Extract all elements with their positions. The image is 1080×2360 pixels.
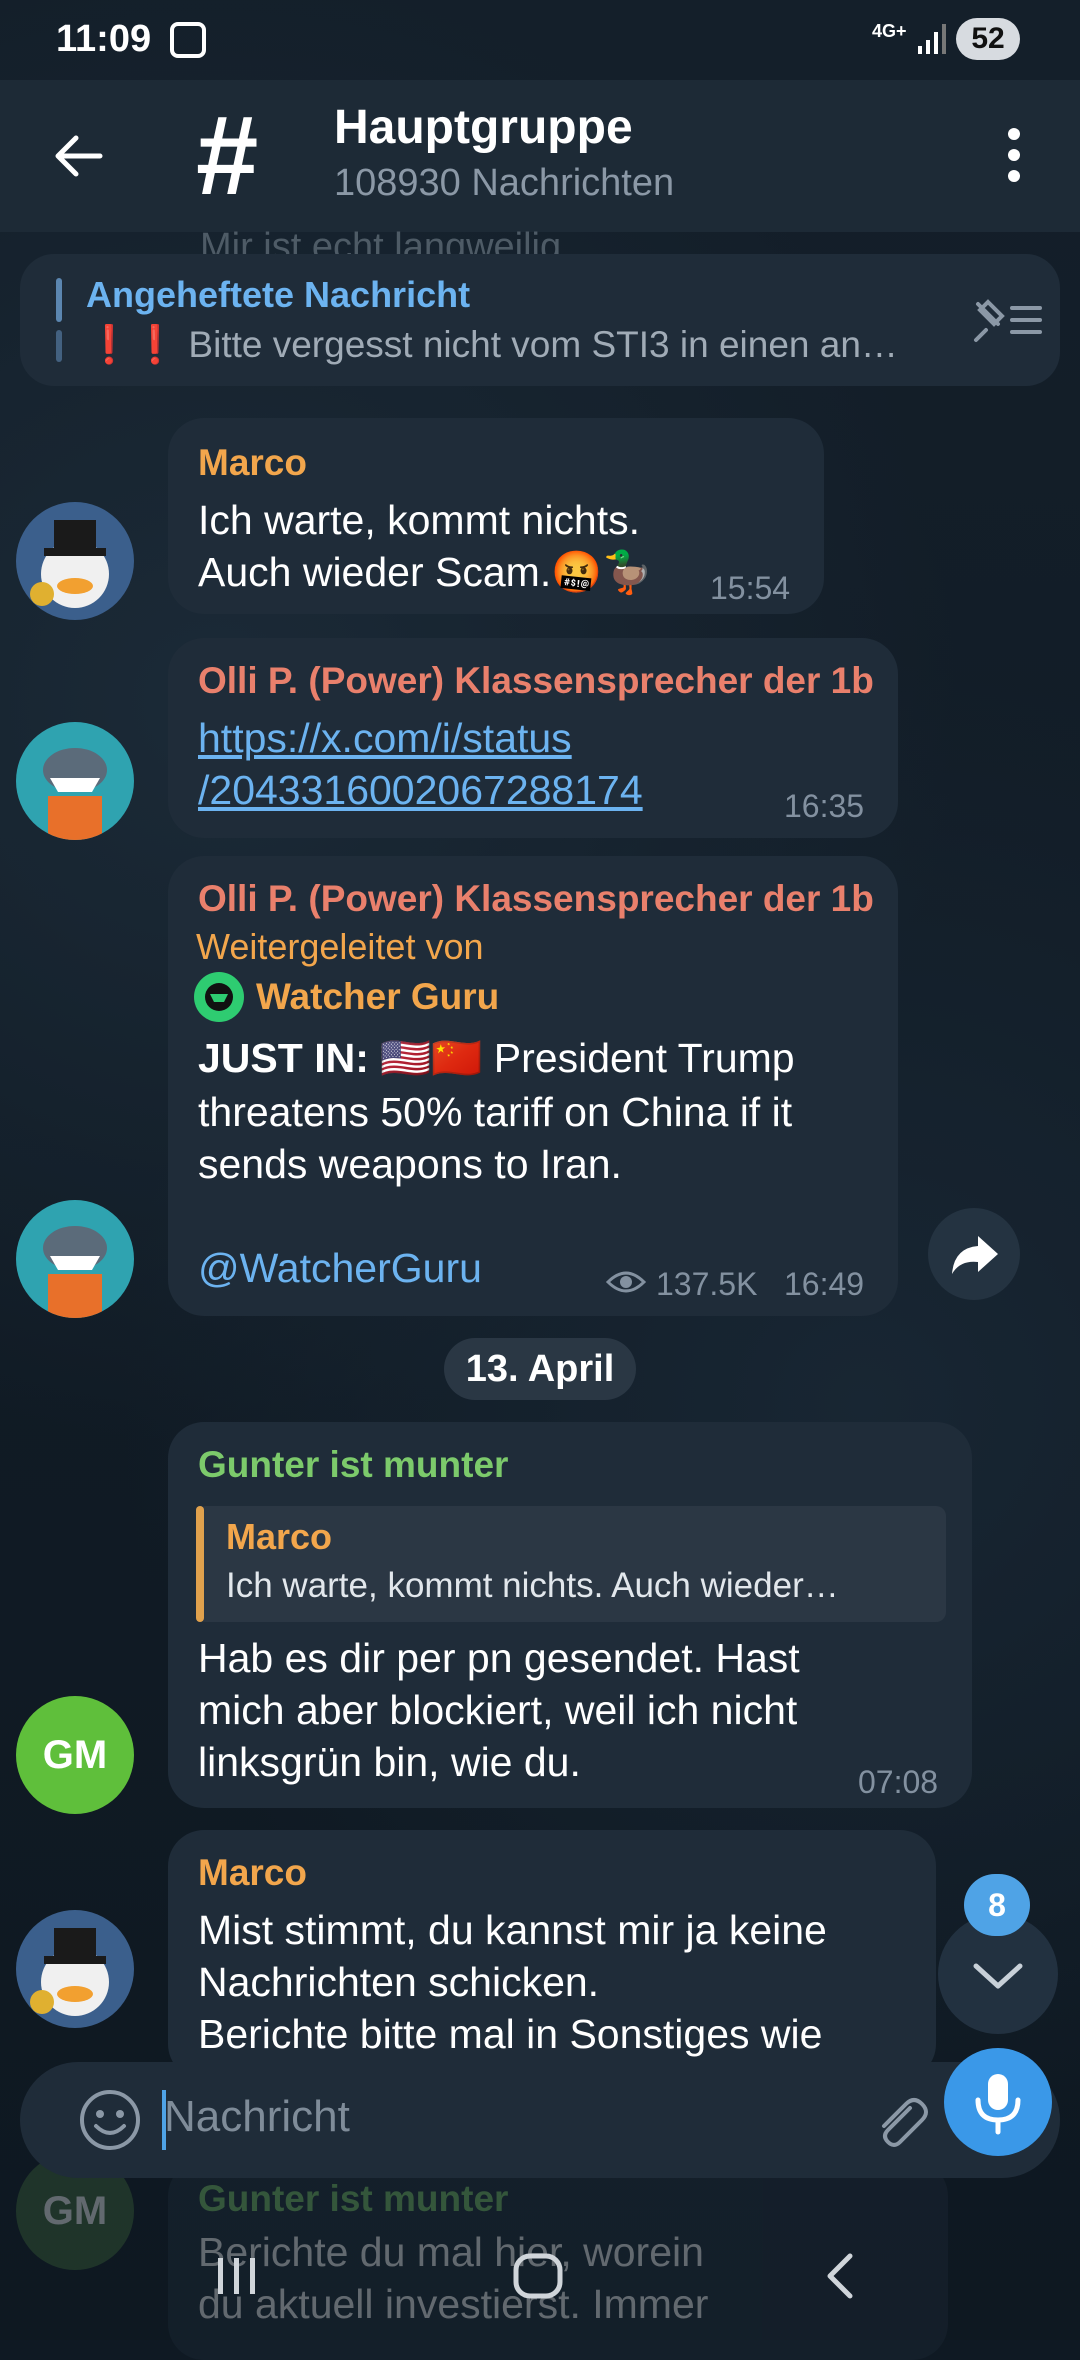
system-nav-bar xyxy=(0,2220,1080,2340)
microphone-icon xyxy=(975,2074,1021,2135)
message-text: mich aber blockiert, weil ich nicht xyxy=(198,1687,798,1733)
views-eye-icon xyxy=(606,1271,646,1293)
message-time: 07:08 xyxy=(858,1764,939,1800)
chat-header: # Hauptgruppe 108930 Nachrichten xyxy=(0,80,1080,232)
view-count: 137.5K xyxy=(656,1266,758,1302)
message-time: 16:35 xyxy=(784,788,865,824)
message-text: Auch wieder Scam.🤬🦆 xyxy=(198,549,654,595)
message-sender[interactable]: Marco xyxy=(198,442,307,484)
pinned-indicator xyxy=(56,330,62,362)
reply-quote[interactable]: Marco Ich warte, kommt nichts. Auch wied… xyxy=(196,1506,946,1622)
message-input[interactable]: Nachricht xyxy=(164,2092,350,2142)
message-sender[interactable]: Gunter ist munter xyxy=(198,2178,508,2220)
voice-record-button[interactable] xyxy=(944,2048,1052,2156)
message-time: 15:54 xyxy=(710,570,791,606)
message-text: threatens 50% tariff on China if it xyxy=(198,1089,793,1135)
reply-bar xyxy=(196,1506,204,1622)
message-sender[interactable]: Gunter ist munter xyxy=(198,1444,508,1486)
message-time: 16:49 xyxy=(784,1266,865,1302)
home-icon[interactable] xyxy=(510,2248,566,2304)
status-time: 11:09 xyxy=(56,18,152,60)
recent-apps-icon[interactable] xyxy=(212,2250,262,2300)
network-type: 4G+ xyxy=(872,21,907,41)
back-arrow-icon[interactable] xyxy=(50,128,106,184)
message-text: Berichte bitte mal in Sonstiges wie xyxy=(198,2011,823,2057)
message-text: President Trump xyxy=(493,1035,795,1081)
message-handle[interactable]: @WatcherGuru xyxy=(198,1242,482,1295)
avatar-marco[interactable] xyxy=(16,502,134,620)
reply-text: Ich warte, kommt nichts. Auch wieder… xyxy=(226,1566,839,1605)
message-text: Nachrichten schicken. xyxy=(198,1959,600,2005)
message-link[interactable]: /2043316002067288174 xyxy=(198,764,643,817)
message-text: Hab es dir per pn gesendet. Hast xyxy=(198,1635,800,1681)
emoji-icon[interactable] xyxy=(78,2088,142,2152)
pinned-indicator xyxy=(56,278,62,322)
reply-sender: Marco xyxy=(226,1516,333,1557)
watcher-guru-icon xyxy=(194,972,244,1022)
attachment-icon[interactable] xyxy=(866,2088,930,2152)
message-text: Ich warte, kommt nichts. xyxy=(198,497,641,543)
message-bold: JUST IN: xyxy=(198,1035,369,1081)
message-sender[interactable]: Olli P. (Power) Klassensprecher der 1b xyxy=(198,878,874,920)
flags-emoji: 🇺🇸🇨🇳 xyxy=(380,1035,483,1081)
share-arrow-icon xyxy=(952,1236,998,1274)
share-button[interactable] xyxy=(928,1208,1020,1300)
message-sender[interactable]: Marco xyxy=(198,1852,307,1894)
message-sender[interactable]: Olli P. (Power) Klassensprecher der 1b xyxy=(198,660,874,702)
forwarded-label: Weitergeleitet von xyxy=(196,926,484,967)
message-count: 108930 Nachrichten xyxy=(334,162,675,204)
message-composer: Nachricht xyxy=(20,2062,1060,2178)
date-separator: 13. April xyxy=(444,1338,636,1400)
battery-level: 52 xyxy=(956,18,1020,60)
pinned-list-icon[interactable] xyxy=(972,294,1044,346)
pinned-text: ❗️❗️ Bitte vergesst nicht vom STI3 in ei… xyxy=(86,324,898,365)
screenshot-icon xyxy=(170,22,206,58)
avatar-olli[interactable] xyxy=(16,1200,134,1318)
status-bar: 11:09 4G+ 52 xyxy=(0,0,1080,80)
chat-title[interactable]: Hauptgruppe xyxy=(334,100,633,155)
message-link[interactable]: https://x.com/i/status xyxy=(198,712,572,765)
pinned-title: Angeheftete Nachricht xyxy=(86,274,471,315)
group-hash-icon[interactable]: # xyxy=(196,100,258,212)
message-text: sends weapons to Iran. xyxy=(198,1141,622,1187)
message-text: Mist stimmt, du kannst mir ja keine xyxy=(198,1907,827,1953)
message-text: linksgrün bin, wie du. xyxy=(198,1739,581,1785)
signal-icon xyxy=(918,24,946,54)
avatar-olli[interactable] xyxy=(16,722,134,840)
more-menu-icon[interactable] xyxy=(1004,128,1024,188)
system-back-icon[interactable] xyxy=(820,2248,860,2304)
avatar-marco[interactable] xyxy=(16,1910,134,2028)
forwarded-from[interactable]: Watcher Guru xyxy=(256,976,499,1018)
unread-count-badge: 8 xyxy=(964,1874,1030,1936)
avatar-gunter[interactable]: GM xyxy=(16,1696,134,1814)
message-text: JUST IN: 🇺🇸🇨🇳 President Trump xyxy=(198,1032,795,1085)
pinned-message[interactable]: Angeheftete Nachricht ❗️❗️ Bitte vergess… xyxy=(20,254,1060,386)
